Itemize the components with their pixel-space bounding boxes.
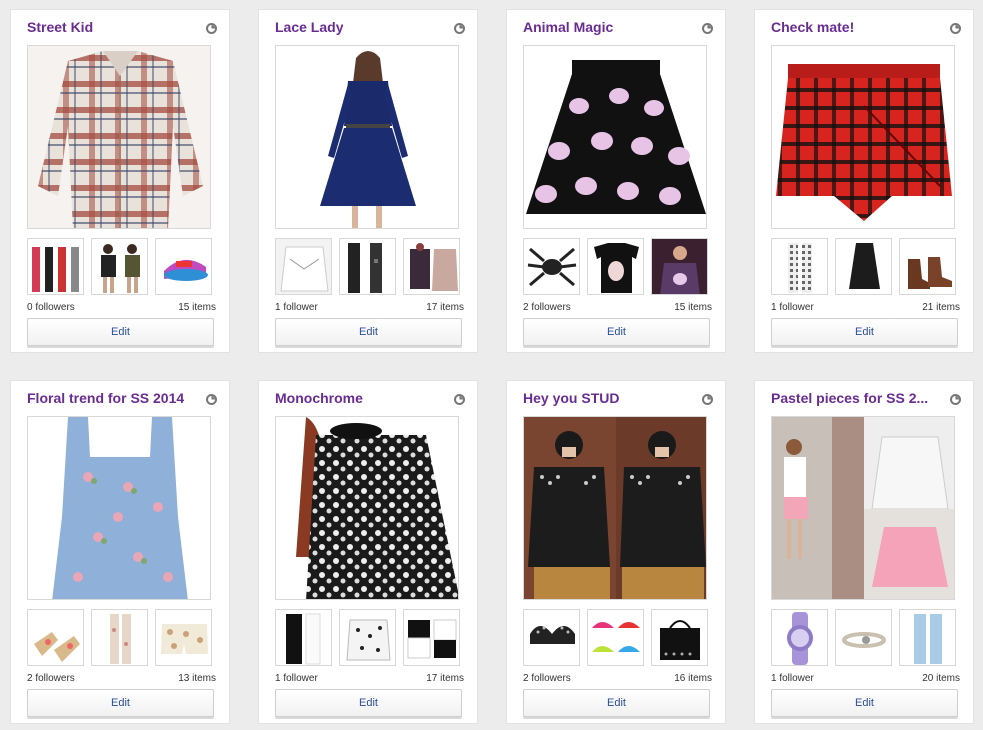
board-thumbnail[interactable] bbox=[403, 238, 460, 295]
share-icon[interactable] bbox=[206, 394, 217, 405]
board-card: Floral trend for SS 2014 2 followers 13 … bbox=[10, 380, 230, 724]
followers-count[interactable]: 1 follower bbox=[771, 302, 814, 313]
board-cover-image[interactable] bbox=[275, 416, 459, 600]
board-thumbnails bbox=[275, 609, 460, 666]
items-count: 17 items bbox=[426, 302, 464, 313]
board-stats: 1 follower 21 items bbox=[771, 302, 960, 313]
edit-board-button[interactable]: Edit bbox=[275, 318, 462, 346]
board-card: Animal Magic 2 followers 15 items Edit bbox=[506, 9, 726, 353]
board-stats: 0 followers 15 items bbox=[27, 302, 216, 313]
edit-board-button[interactable]: Edit bbox=[771, 318, 958, 346]
board-thumbnail[interactable] bbox=[27, 609, 84, 666]
items-count: 15 items bbox=[178, 302, 216, 313]
edit-board-button[interactable]: Edit bbox=[27, 318, 214, 346]
board-thumbnail[interactable] bbox=[275, 238, 332, 295]
followers-count[interactable]: 0 followers bbox=[27, 302, 75, 313]
board-cover-image[interactable] bbox=[771, 45, 955, 229]
board-stats: 2 followers 16 items bbox=[523, 673, 712, 684]
board-title[interactable]: Street Kid bbox=[27, 19, 93, 35]
board-thumbnails bbox=[523, 609, 708, 666]
share-icon[interactable] bbox=[950, 23, 961, 34]
items-count: 21 items bbox=[922, 302, 960, 313]
board-thumbnails bbox=[771, 238, 956, 295]
board-card: Lace Lady 1 follower 17 items Edit bbox=[258, 9, 478, 353]
board-thumbnail[interactable] bbox=[403, 609, 460, 666]
board-cover-image[interactable] bbox=[523, 45, 707, 229]
board-thumbnail[interactable] bbox=[155, 609, 212, 666]
board-thumbnails bbox=[523, 238, 708, 295]
share-icon[interactable] bbox=[702, 23, 713, 34]
board-thumbnails bbox=[771, 609, 956, 666]
board-title[interactable]: Pastel pieces for SS 2... bbox=[771, 390, 928, 406]
edit-board-button[interactable]: Edit bbox=[275, 689, 462, 717]
items-count: 20 items bbox=[922, 673, 960, 684]
board-thumbnails bbox=[275, 238, 460, 295]
board-title[interactable]: Floral trend for SS 2014 bbox=[27, 390, 184, 406]
board-thumbnail[interactable] bbox=[91, 609, 148, 666]
board-thumbnail[interactable] bbox=[899, 609, 956, 666]
board-card: Hey you STUD 2 followers 16 items Edit bbox=[506, 380, 726, 724]
edit-board-button[interactable]: Edit bbox=[523, 689, 710, 717]
followers-count[interactable]: 1 follower bbox=[771, 673, 814, 684]
board-thumbnail[interactable] bbox=[91, 238, 148, 295]
items-count: 17 items bbox=[426, 673, 464, 684]
board-cover-image[interactable] bbox=[275, 45, 459, 229]
items-count: 16 items bbox=[674, 673, 712, 684]
board-thumbnail[interactable] bbox=[587, 609, 644, 666]
board-title[interactable]: Hey you STUD bbox=[523, 390, 619, 406]
board-thumbnail[interactable] bbox=[339, 238, 396, 295]
board-stats: 1 follower 17 items bbox=[275, 302, 464, 313]
board-thumbnail[interactable] bbox=[27, 238, 84, 295]
board-title[interactable]: Monochrome bbox=[275, 390, 363, 406]
items-count: 15 items bbox=[674, 302, 712, 313]
followers-count[interactable]: 2 followers bbox=[523, 302, 571, 313]
board-thumbnail[interactable] bbox=[651, 238, 708, 295]
board-thumbnail[interactable] bbox=[771, 238, 828, 295]
board-card: Pastel pieces for SS 2... 1 follower 20 … bbox=[754, 380, 974, 724]
board-thumbnail[interactable] bbox=[835, 609, 892, 666]
board-thumbnail[interactable] bbox=[523, 609, 580, 666]
board-thumbnail[interactable] bbox=[155, 238, 212, 295]
edit-board-button[interactable]: Edit bbox=[523, 318, 710, 346]
board-card: Monochrome 1 follower 17 items Edit bbox=[258, 380, 478, 724]
board-thumbnail[interactable] bbox=[339, 609, 396, 666]
share-icon[interactable] bbox=[206, 23, 217, 34]
board-cover-image[interactable] bbox=[27, 45, 211, 229]
share-icon[interactable] bbox=[950, 394, 961, 405]
board-thumbnail[interactable] bbox=[523, 238, 580, 295]
board-thumbnail[interactable] bbox=[771, 609, 828, 666]
board-title[interactable]: Lace Lady bbox=[275, 19, 343, 35]
board-thumbnail[interactable] bbox=[651, 609, 708, 666]
board-thumbnails bbox=[27, 609, 212, 666]
board-stats: 2 followers 13 items bbox=[27, 673, 216, 684]
board-stats: 1 follower 20 items bbox=[771, 673, 960, 684]
board-thumbnail[interactable] bbox=[899, 238, 956, 295]
edit-board-button[interactable]: Edit bbox=[771, 689, 958, 717]
board-thumbnail[interactable] bbox=[835, 238, 892, 295]
share-icon[interactable] bbox=[702, 394, 713, 405]
board-cover-image[interactable] bbox=[771, 416, 955, 600]
followers-count[interactable]: 2 followers bbox=[523, 673, 571, 684]
share-icon[interactable] bbox=[454, 23, 465, 34]
followers-count[interactable]: 1 follower bbox=[275, 302, 318, 313]
board-title[interactable]: Check mate! bbox=[771, 19, 854, 35]
board-thumbnail[interactable] bbox=[587, 238, 644, 295]
share-icon[interactable] bbox=[454, 394, 465, 405]
board-stats: 1 follower 17 items bbox=[275, 673, 464, 684]
boards-grid: Street Kid 0 followers 15 items Edit Lac… bbox=[10, 9, 974, 724]
board-card: Street Kid 0 followers 15 items Edit bbox=[10, 9, 230, 353]
board-stats: 2 followers 15 items bbox=[523, 302, 712, 313]
board-title[interactable]: Animal Magic bbox=[523, 19, 613, 35]
board-card: Check mate! 1 follower 21 items Edit bbox=[754, 9, 974, 353]
board-thumbnails bbox=[27, 238, 212, 295]
board-cover-image[interactable] bbox=[27, 416, 211, 600]
board-cover-image[interactable] bbox=[523, 416, 707, 600]
followers-count[interactable]: 2 followers bbox=[27, 673, 75, 684]
edit-board-button[interactable]: Edit bbox=[27, 689, 214, 717]
followers-count[interactable]: 1 follower bbox=[275, 673, 318, 684]
items-count: 13 items bbox=[178, 673, 216, 684]
board-thumbnail[interactable] bbox=[275, 609, 332, 666]
